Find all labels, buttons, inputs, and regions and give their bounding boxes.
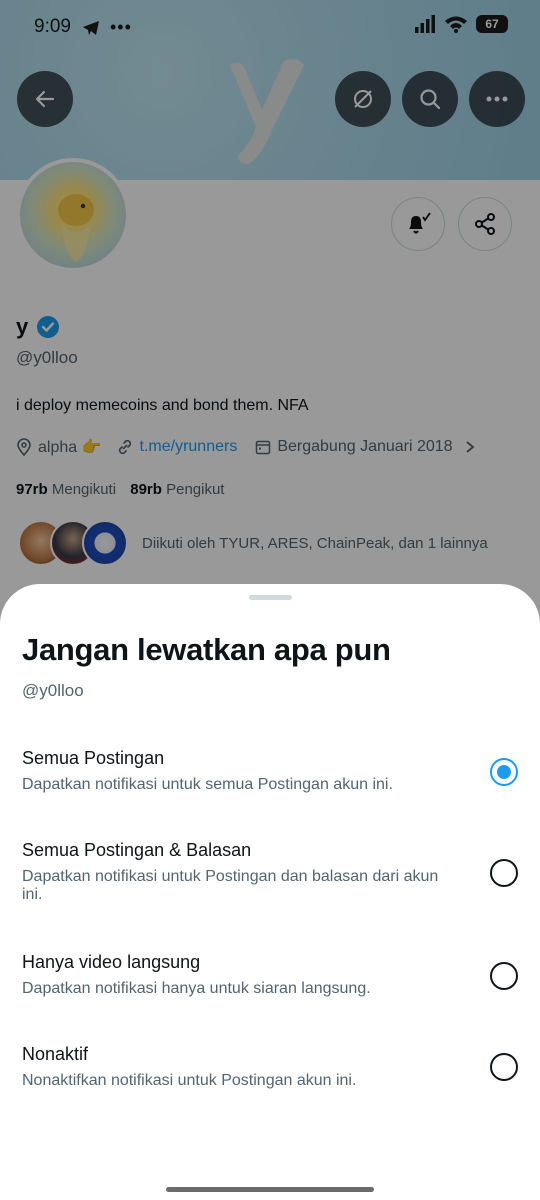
option-description: Dapatkan notifikasi hanya untuk siaran l… [22,980,371,997]
option-title: Semua Postingan & Balasan [22,840,252,860]
option-description: Dapatkan notifikasi untuk semua Postinga… [22,776,393,793]
option-title: Nonaktif [22,1044,89,1064]
home-indicator[interactable] [166,1187,374,1192]
radio-unselected[interactable] [490,859,518,887]
notification-settings-sheet: Jangan lewatkan apa pun @y0lloo Semua Po… [0,584,540,1200]
option-title: Hanya video langsung [22,952,201,972]
radio-unselected[interactable] [490,962,518,990]
sheet-handle: @y0lloo [22,681,84,700]
radio-unselected[interactable] [490,1053,518,1081]
option-description: Nonaktifkan notifikasi untuk Postingan a… [22,1072,357,1089]
option-title: Semua Postingan [22,748,165,768]
radio-selected[interactable] [490,758,518,786]
option-description: Dapatkan notifikasi untuk Postingan dan … [22,868,439,903]
sheet-title: Jangan lewatkan apa pun [22,632,391,667]
sheet-grabber[interactable] [249,595,292,600]
